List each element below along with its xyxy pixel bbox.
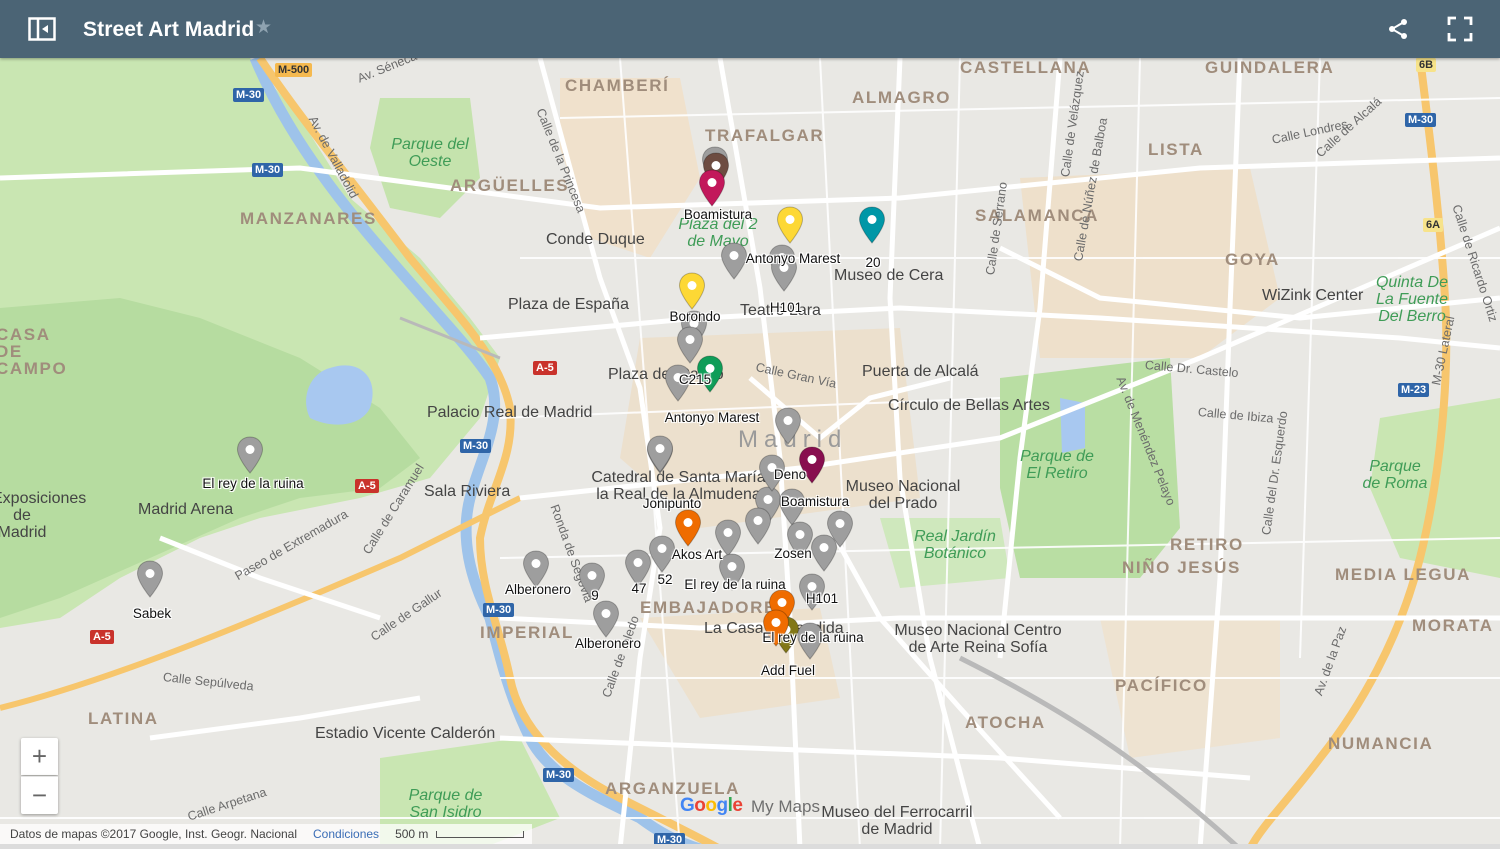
- road-shield: M-30: [233, 88, 265, 102]
- road-shield: 6B: [1416, 58, 1437, 72]
- map-pin[interactable]: [720, 242, 748, 280]
- road-shield: M-23: [1398, 383, 1430, 397]
- road-shield: M-30: [1405, 113, 1437, 127]
- pin-label: 20: [865, 255, 881, 270]
- map-pin-icon: [774, 407, 802, 445]
- pin-label: Borondo: [669, 309, 721, 324]
- road-shield: M-30: [252, 163, 284, 177]
- map-pin-icon: [646, 435, 674, 473]
- map-pin-icon: [776, 206, 804, 244]
- attribution-text: Datos de mapas ©2017 Google, Inst. Geogr…: [10, 827, 298, 841]
- pin-label: Sabek: [132, 606, 172, 621]
- map-pin[interactable]: [678, 272, 706, 310]
- pin-label: 52: [657, 572, 673, 587]
- pin-label: Antonyo Marest: [664, 410, 760, 425]
- zoom-out-button[interactable]: −: [21, 776, 58, 814]
- zoom-in-button[interactable]: +: [21, 738, 58, 775]
- map-pin-icon: [720, 242, 748, 280]
- road-shield: M-30: [543, 768, 575, 782]
- pin-label: Add Fuel: [760, 663, 816, 678]
- share-button[interactable]: [1383, 14, 1413, 44]
- road-shield: A-5: [355, 479, 379, 493]
- attribution-bar: Datos de mapas ©2017 Google, Inst. Geogr…: [0, 824, 533, 844]
- road-shield: A-5: [533, 361, 557, 375]
- road-shield: 6A: [1423, 218, 1444, 232]
- pin-label: Jonipunto: [642, 496, 702, 511]
- fullscreen-button[interactable]: [1445, 14, 1475, 44]
- map-pin-icon: [698, 169, 726, 207]
- pin-label: Alberonero: [574, 636, 642, 651]
- map-pin[interactable]: [646, 435, 674, 473]
- map-pin[interactable]: [744, 507, 772, 545]
- terms-link[interactable]: Condiciones: [313, 827, 379, 841]
- pin-label: El rey de la ruina: [202, 476, 304, 491]
- map-pin-icon: [678, 272, 706, 310]
- map-pin-icon: [592, 600, 620, 638]
- map-pin-icon: [810, 534, 838, 572]
- map-pin[interactable]: [810, 534, 838, 572]
- app-header: Street Art Madrid ★: [0, 0, 1500, 58]
- map-pin[interactable]: [776, 206, 804, 244]
- road-shield: M-30: [460, 439, 492, 453]
- bottom-strip: [0, 844, 1500, 849]
- map-pin[interactable]: [674, 509, 702, 547]
- map-pin[interactable]: [236, 436, 264, 474]
- scale-bar: [436, 830, 525, 838]
- map-pin-icon: [744, 507, 772, 545]
- road-shield: M-30: [483, 603, 515, 617]
- sidebar-toggle-icon: [28, 17, 56, 41]
- map-canvas[interactable]: M-500 M-30 M-30 M-30 M-30 M-30 M-30 M-30 M-23 A-5…: [0, 58, 1500, 849]
- pin-label: C215: [678, 372, 712, 387]
- pin-label: 9: [591, 588, 599, 603]
- pin-label: El rey de la ruina: [762, 630, 864, 645]
- map-pin-icon: [674, 509, 702, 547]
- map-pin-icon: [136, 560, 164, 598]
- pin-label: Alberonero: [504, 582, 572, 597]
- map-pin-icon: [858, 206, 886, 244]
- map-pin[interactable]: [774, 407, 802, 445]
- pin-label: Antonyo Marest: [745, 251, 841, 266]
- road-shield: M-500: [275, 63, 313, 77]
- sidebar-toggle-button[interactable]: [27, 14, 57, 44]
- scale-label: 500 m: [395, 827, 429, 841]
- map-pin-icon: [236, 436, 264, 474]
- mymaps-logo: My Maps: [751, 797, 820, 816]
- road-shield: A-5: [90, 630, 114, 644]
- pin-label: H101: [805, 591, 839, 606]
- pin-label: El rey de la ruina: [684, 577, 786, 592]
- map-pin[interactable]: [592, 600, 620, 638]
- pin-label: H101: [769, 300, 803, 315]
- map-pin[interactable]: [698, 169, 726, 207]
- map-title: Street Art Madrid: [83, 18, 255, 41]
- pin-label: 47: [631, 581, 647, 596]
- map-pin[interactable]: [858, 206, 886, 244]
- scale-indicator[interactable]: 500 m: [395, 827, 525, 841]
- map-base: [0, 58, 1500, 849]
- star-icon[interactable]: ★: [255, 16, 272, 39]
- pin-label: Zosen: [774, 546, 812, 561]
- pin-label: Boamistura: [780, 494, 850, 509]
- share-icon: [1389, 19, 1407, 39]
- fullscreen-icon: [1447, 16, 1473, 42]
- pin-label: Deno: [773, 467, 807, 482]
- pin-label: Boamistura: [683, 207, 753, 222]
- map-pin[interactable]: [136, 560, 164, 598]
- pin-label: Akos Art: [671, 547, 723, 562]
- google-logo: Google: [680, 795, 743, 816]
